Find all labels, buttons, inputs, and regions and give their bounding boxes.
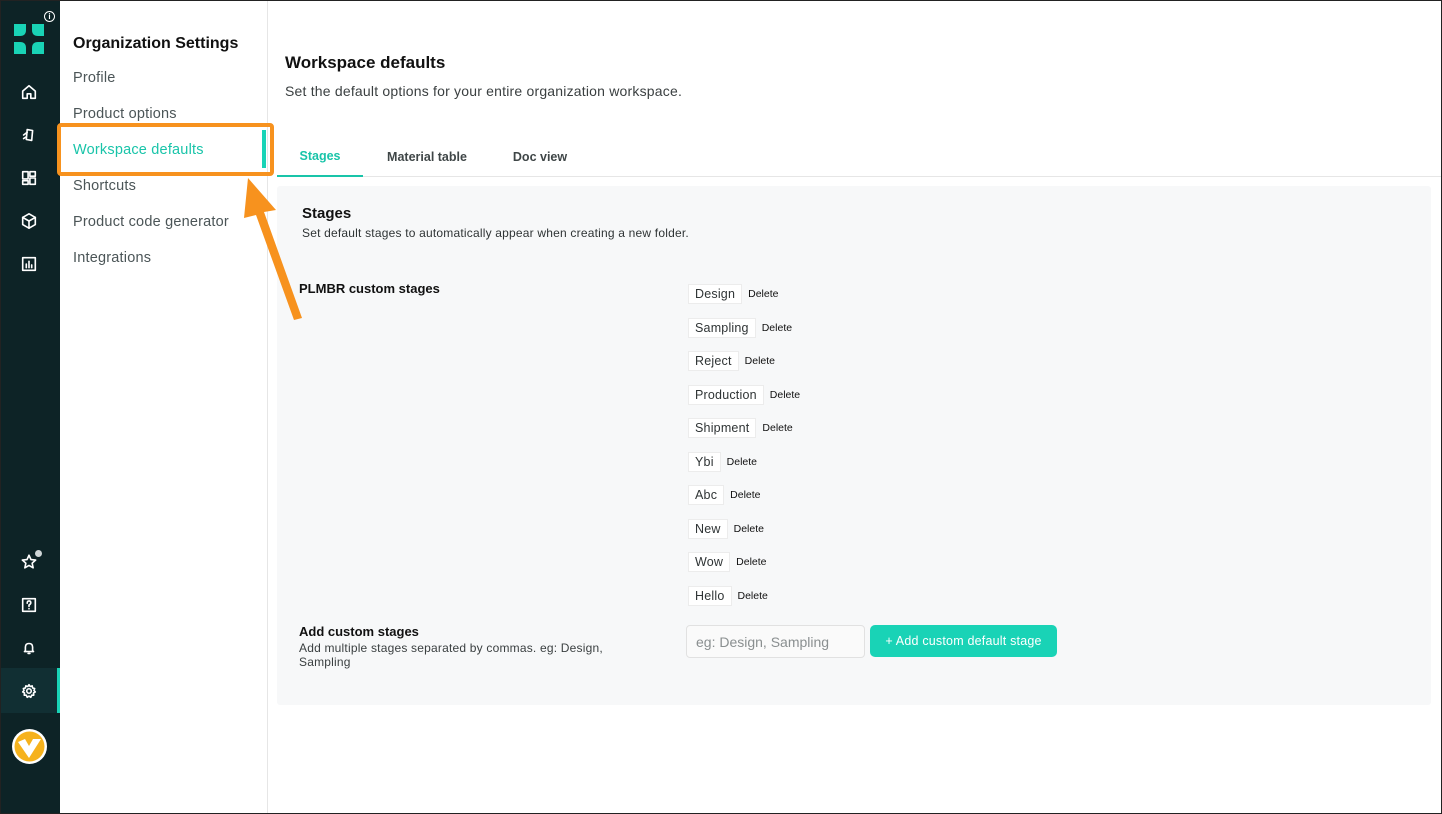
delete-stage-button[interactable]: Delete bbox=[762, 322, 792, 334]
nav-title: Organization Settings bbox=[73, 35, 239, 52]
stage-chip: Shipment bbox=[688, 418, 757, 438]
info-icon[interactable]: i bbox=[44, 11, 55, 22]
stage-chip: Wow bbox=[688, 552, 731, 572]
tab-doc-view[interactable]: Doc view bbox=[503, 137, 577, 177]
stage-chip: Sampling bbox=[688, 318, 756, 338]
delete-stage-button[interactable]: Delete bbox=[762, 422, 792, 434]
stage-item: Abc Delete bbox=[688, 485, 761, 505]
page-title: Workspace defaults bbox=[285, 53, 446, 72]
logo-icon[interactable] bbox=[14, 24, 44, 54]
page-subtitle: Set the default options for your entire … bbox=[285, 83, 683, 99]
delete-stage-button[interactable]: Delete bbox=[734, 523, 764, 535]
stage-item: Reject Delete bbox=[688, 351, 775, 371]
nav-item-product-options[interactable]: Product options bbox=[73, 106, 177, 122]
dashboard-icon[interactable] bbox=[18, 167, 40, 189]
bell-icon[interactable] bbox=[18, 637, 40, 659]
stage-item: Design Delete bbox=[688, 284, 778, 304]
panel-subtitle: Set default stages to automatically appe… bbox=[302, 226, 689, 240]
main-content: Workspace defaults Set the default optio… bbox=[268, 1, 1441, 813]
nav-item-shortcuts[interactable]: Shortcuts bbox=[73, 178, 136, 194]
nav-item-profile[interactable]: Profile bbox=[73, 70, 116, 86]
notification-dot bbox=[34, 549, 43, 558]
custom-stages-label: PLMBR custom stages bbox=[299, 281, 440, 296]
icon-rail: i bbox=[1, 1, 61, 813]
avatar[interactable] bbox=[12, 729, 47, 764]
stage-chip: New bbox=[688, 519, 728, 539]
stage-chip: Hello bbox=[688, 586, 732, 606]
highlight-box bbox=[57, 123, 274, 176]
delete-stage-button[interactable]: Delete bbox=[730, 489, 760, 501]
box-icon[interactable] bbox=[18, 210, 40, 232]
settings-icon[interactable] bbox=[18, 680, 40, 702]
chart-icon[interactable] bbox=[18, 253, 40, 275]
tag-icon[interactable] bbox=[18, 124, 40, 146]
stages-panel: Stages Set default stages to automatical… bbox=[277, 186, 1431, 705]
stage-item: New Delete bbox=[688, 519, 764, 539]
delete-stage-button[interactable]: Delete bbox=[738, 590, 768, 602]
stage-chip: Reject bbox=[688, 351, 739, 371]
stage-item: Production Delete bbox=[688, 385, 800, 405]
stage-chip: Abc bbox=[688, 485, 725, 505]
stage-item: Wow Delete bbox=[688, 552, 767, 572]
annotation-arrow bbox=[244, 178, 302, 320]
stage-item: Hello Delete bbox=[688, 586, 768, 606]
delete-stage-button[interactable]: Delete bbox=[745, 355, 775, 367]
stage-chip: Design bbox=[688, 284, 743, 304]
stage-item: Shipment Delete bbox=[688, 418, 793, 438]
help-icon[interactable] bbox=[18, 594, 40, 616]
add-stages-label: Add custom stages bbox=[299, 624, 419, 639]
stage-chip: Production bbox=[688, 385, 764, 405]
delete-stage-button[interactable]: Delete bbox=[748, 288, 778, 300]
nav-item-product-code-generator[interactable]: Product code generator bbox=[73, 214, 229, 230]
delete-stage-button[interactable]: Delete bbox=[736, 556, 766, 568]
tab-material-table[interactable]: Material table bbox=[375, 137, 479, 177]
custom-stage-input[interactable] bbox=[686, 625, 865, 658]
add-stages-help: Add multiple stages separated by commas.… bbox=[299, 641, 603, 669]
add-custom-stage-button[interactable]: + Add custom default stage bbox=[870, 625, 1057, 657]
home-icon[interactable] bbox=[18, 81, 40, 103]
stage-item: Ybi Delete bbox=[688, 452, 757, 472]
nav-item-integrations[interactable]: Integrations bbox=[73, 250, 151, 266]
stage-chip: Ybi bbox=[688, 452, 721, 472]
delete-stage-button[interactable]: Delete bbox=[727, 456, 757, 468]
tab-bar: Stages Material table Doc view bbox=[277, 137, 1441, 177]
stage-item: Sampling Delete bbox=[688, 318, 792, 338]
delete-stage-button[interactable]: Delete bbox=[770, 389, 800, 401]
